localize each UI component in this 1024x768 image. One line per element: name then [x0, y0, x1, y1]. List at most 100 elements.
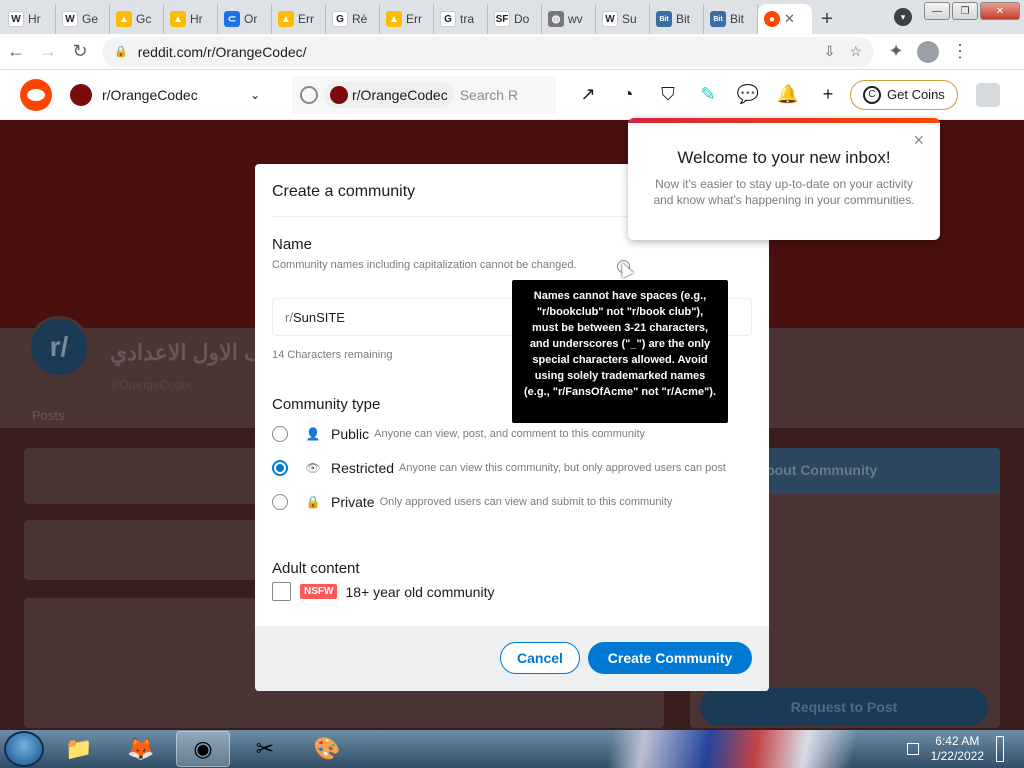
- option-description: Anyone can view this community, but only…: [399, 462, 726, 474]
- network-icon[interactable]: [906, 743, 919, 755]
- inbox-welcome-popup: × Welcome to your new inbox! Now it's ea…: [628, 118, 940, 240]
- tab-label: Rè: [352, 12, 368, 26]
- browser-tab[interactable]: G Rè: [326, 4, 380, 34]
- show-desktop-button[interactable]: [996, 736, 1004, 762]
- bitcoin-icon: Bit: [656, 11, 672, 27]
- file-explorer-icon[interactable]: 📁: [52, 731, 106, 767]
- browser-tab[interactable]: Gtra: [434, 4, 488, 34]
- url-text[interactable]: reddit.com/r/OrangeCodec/: [138, 44, 810, 60]
- browser-tab[interactable]: ▲ Gc: [110, 4, 164, 34]
- forward-arrow-icon[interactable]: →: [32, 36, 64, 68]
- chat-icon[interactable]: 💬: [734, 81, 762, 109]
- option-public[interactable]: 👤 Public Anyone can view, post, and comm…: [272, 424, 645, 444]
- sourceforge-icon: SF: [494, 11, 510, 27]
- paint-icon[interactable]: 🎨: [300, 731, 354, 767]
- wikipedia-icon: W: [8, 11, 24, 27]
- community-handle: r/OrangeCodec: [112, 378, 195, 392]
- stats-icon[interactable]: ◔: [614, 81, 642, 109]
- link-icon: ⊂: [224, 11, 240, 27]
- system-tray: 6:42 AM 1/22/2022: [906, 734, 1024, 764]
- firefox-icon[interactable]: 🦊: [114, 731, 168, 767]
- request-to-post-button[interactable]: Request to Post: [700, 688, 988, 726]
- reddit-search-box[interactable]: r/OrangeCodec Search R: [292, 75, 556, 114]
- browser-tab[interactable]: ▲ Err: [380, 4, 434, 34]
- browser-tab[interactable]: W Su: [596, 4, 650, 34]
- search-chip-label: r/OrangeCodec: [352, 86, 448, 103]
- clock-time: 6:42 AM: [935, 734, 980, 748]
- install-app-icon[interactable]: ⇩: [824, 43, 836, 60]
- browser-tab[interactable]: SF Do: [488, 4, 542, 34]
- coin-icon: C: [863, 85, 881, 104]
- community-avatar: [70, 83, 92, 106]
- name-note: Community names including capitalization…: [272, 259, 577, 271]
- tab-label: Err: [406, 12, 422, 26]
- bookmark-star-icon[interactable]: ☆: [849, 43, 862, 60]
- google-drive-icon: ▲: [278, 11, 294, 27]
- reddit-icon: ●: [764, 11, 780, 27]
- google-icon: G: [332, 11, 348, 27]
- popup-body: Now it's easier to stay up-to-date on yo…: [653, 177, 915, 207]
- minimize-button[interactable]: —: [924, 2, 950, 20]
- clock[interactable]: 6:42 AM 1/22/2022: [931, 734, 984, 764]
- notification-bell-icon[interactable]: 🔔: [774, 81, 802, 109]
- wikipedia-icon: W: [62, 11, 78, 27]
- popular-arrow-icon[interactable]: ↗: [574, 81, 602, 109]
- name-heading: Name: [272, 236, 313, 253]
- browser-menu-icon[interactable]: ⋮: [944, 36, 976, 68]
- address-bar[interactable]: 🔒 reddit.com/r/OrangeCodec/ ⇩ ☆: [102, 36, 874, 67]
- browser-tab[interactable]: Bit Bit: [704, 4, 758, 34]
- tab-label: Bit: [676, 12, 691, 26]
- option-label: Private: [331, 494, 375, 510]
- create-community-button[interactable]: Create Community: [588, 642, 752, 674]
- get-coins-button[interactable]: C Get Coins: [850, 79, 958, 110]
- nsfw-checkbox[interactable]: [272, 582, 291, 601]
- public-radio[interactable]: [272, 426, 288, 442]
- new-tab-button[interactable]: +: [812, 4, 842, 34]
- browser-tab[interactable]: ⊂ Or: [218, 4, 272, 34]
- browser-tab-strip: W Hr W Ge ▲ Gc ▲ Hr ⊂ Or ▲ Err G Rè ▲ Err Gtra SF Do ◍ wv W Su…: [0, 0, 1024, 34]
- browser-tab[interactable]: Bit Bit: [650, 4, 704, 34]
- option-private[interactable]: 🔒 Private Only approved users can view a…: [272, 492, 672, 512]
- window-close-button[interactable]: ✕: [980, 2, 1020, 20]
- avatar-mascot-icon[interactable]: ✎: [694, 81, 722, 109]
- reddit-logo-icon[interactable]: [20, 78, 52, 111]
- extensions-puzzle-icon[interactable]: ✦: [880, 36, 912, 68]
- start-button[interactable]: [4, 731, 44, 767]
- option-description: Anyone can view, post, and comment to th…: [374, 428, 645, 440]
- browser-toolbar: ← → ↻ 🔒 reddit.com/r/OrangeCodec/ ⇩ ☆ ✦ …: [0, 34, 1024, 70]
- search-community-chip[interactable]: r/OrangeCodec: [324, 81, 454, 108]
- browser-tab[interactable]: ◍ wv: [542, 4, 596, 34]
- name-value: SunSITE: [292, 309, 345, 325]
- get-coins-label: Get Coins: [887, 87, 945, 102]
- browser-tab[interactable]: W Ge: [56, 4, 110, 34]
- active-browser-tab[interactable]: ● ✕: [758, 4, 812, 34]
- option-restricted[interactable]: 👁 Restricted Anyone can view this commun…: [272, 458, 726, 478]
- option-description: Only approved users can view and submit …: [379, 496, 673, 508]
- nsfw-badge: NSFW: [300, 584, 338, 599]
- tab-search-icon[interactable]: ▾: [894, 8, 912, 26]
- lock-icon: 🔒: [114, 46, 128, 58]
- adult-content-row[interactable]: NSFW 18+ year old community: [272, 582, 494, 601]
- community-selector[interactable]: r/OrangeCodec ⌄: [70, 77, 260, 113]
- browser-tab[interactable]: W Hr: [2, 4, 56, 34]
- cancel-button[interactable]: Cancel: [500, 642, 580, 674]
- create-community-modal: Create a community Name Community names …: [255, 164, 769, 691]
- maximize-button[interactable]: ❐: [952, 2, 978, 20]
- private-radio[interactable]: [272, 494, 288, 510]
- snipping-tool-icon[interactable]: ✂: [238, 731, 292, 767]
- back-arrow-icon[interactable]: ←: [0, 36, 32, 68]
- tab-close-icon[interactable]: ✕: [784, 11, 795, 27]
- tab-posts[interactable]: Posts: [32, 408, 65, 423]
- profile-avatar-icon[interactable]: [912, 36, 944, 68]
- chrome-icon[interactable]: ◉: [176, 731, 230, 767]
- reload-icon[interactable]: ↻: [64, 36, 96, 68]
- browser-tab[interactable]: ▲ Hr: [164, 4, 218, 34]
- option-label: Restricted: [331, 460, 395, 476]
- browser-tab[interactable]: ▲ Err: [272, 4, 326, 34]
- restricted-radio[interactable]: [272, 460, 288, 476]
- mod-shield-icon[interactable]: ⛉: [654, 81, 682, 109]
- create-post-plus-icon[interactable]: +: [814, 81, 842, 109]
- clock-date: 1/22/2022: [930, 749, 984, 763]
- user-menu-avatar[interactable]: [975, 82, 1000, 107]
- search-input[interactable]: Search R: [460, 87, 520, 103]
